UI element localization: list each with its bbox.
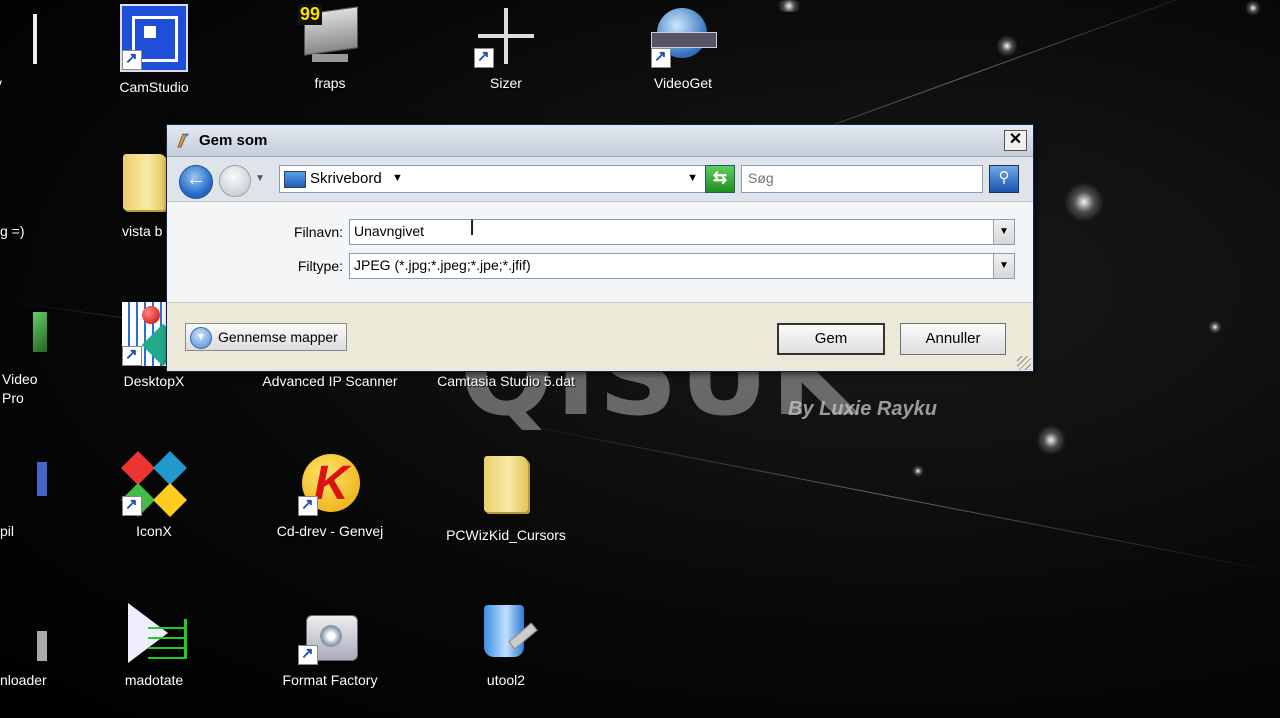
app-icon: [0, 601, 47, 665]
history-dropdown-icon[interactable]: ▼: [255, 173, 265, 184]
desktop-icon-label: pil: [0, 523, 15, 539]
desktop-icon-iconx[interactable]: IconX: [79, 451, 229, 541]
dialog-title: Gem som: [199, 132, 268, 149]
desktop-icon-nloader[interactable]: nloader: [0, 601, 90, 690]
desktop-icon-pcwizkid[interactable]: PCWizKid_Cursors: [431, 452, 581, 545]
shortcut-arrow-icon: [651, 47, 671, 68]
bin-wrench-icon: [474, 601, 538, 665]
desktop-icon-label: PCWizKid_Cursors: [446, 527, 566, 543]
app-icon: [0, 302, 47, 366]
wallpaper-caption: By Luxie Rayku: [788, 398, 937, 420]
shortcut-arrow-icon: [122, 495, 142, 516]
save-as-dialog: Gem som ✕ ▼ Skrivebord ▼ ▼ ⇆ ⚲ Filnavn: …: [166, 124, 1034, 372]
nero-k-icon: K: [298, 452, 362, 516]
desktop-icon-label: Format Factory: [282, 672, 378, 688]
search-box: [741, 165, 984, 193]
dialog-footer: ▼ Gennemse mapper Gem Annuller: [167, 303, 1033, 372]
folder-icon: [474, 456, 538, 520]
address-location[interactable]: Skrivebord: [310, 170, 382, 187]
forward-arrow-icon[interactable]: [219, 165, 251, 197]
desktop-icon-pil[interactable]: pil: [0, 452, 90, 541]
desktop-icon-cd-drev[interactable]: K Cd-drev - Genvej: [255, 452, 405, 541]
text-cursor-icon: I: [469, 215, 476, 240]
save-form: Filnavn: ▼ I Filtype: ▼: [167, 202, 1033, 303]
camstudio-icon: [120, 4, 188, 72]
cancel-button[interactable]: Annuller: [900, 323, 1006, 355]
shortcut-arrow-icon: [474, 47, 494, 68]
resize-grip-icon[interactable]: [1017, 356, 1031, 370]
desktop-icon-utool2[interactable]: utool2: [431, 601, 581, 690]
app-icon: [0, 452, 47, 516]
desktop-icon-label: Advanced IP Scanner: [262, 373, 398, 389]
address-dropdown-icon[interactable]: ▼: [687, 172, 698, 184]
search-input[interactable]: [742, 166, 984, 190]
shortcut-arrow-icon: [122, 345, 142, 366]
desktop-icon-label: utool2: [486, 672, 526, 688]
filename-input[interactable]: [350, 220, 988, 242]
filename-label: Filnavn:: [293, 224, 343, 240]
desktop-icon-madotate[interactable]: madotate: [79, 601, 229, 690]
fraps-icon: 99: [298, 4, 362, 68]
desktop-icon-label: fraps: [314, 75, 346, 91]
desktop-icon-label: g =): [0, 223, 25, 239]
chevron-down-icon[interactable]: ▼: [993, 254, 1014, 278]
browse-folders-button[interactable]: ▼ Gennemse mapper: [185, 323, 347, 351]
desktop-icon-label: Cd-drev - Genvej: [276, 523, 384, 539]
iconx-icon: [121, 451, 187, 517]
desktop-icon-label: Pro: [2, 390, 24, 406]
shortcut-arrow-icon: [298, 644, 318, 665]
close-button[interactable]: ✕: [1004, 130, 1027, 151]
desktop-icon-camstudio[interactable]: CamStudio: [79, 4, 229, 97]
desktop-icon-label: DesktopX: [123, 373, 185, 389]
globe-film-icon: [651, 4, 717, 68]
desktop-icon-format-factory[interactable]: Format Factory: [255, 601, 405, 690]
desktop-icon-label: Video: [2, 371, 38, 387]
breadcrumb-dropdown-icon[interactable]: ▼: [392, 172, 403, 184]
desktop-icon-label: madotate: [124, 672, 184, 688]
desktop-icon-label: CamStudio: [119, 79, 189, 95]
filename-combobox[interactable]: ▼: [349, 219, 1015, 245]
desktop-icon-tory[interactable]: tory: [0, 4, 90, 93]
dialog-titlebar[interactable]: Gem som ✕: [167, 125, 1033, 157]
desktop-icon-videoget[interactable]: VideoGet: [608, 4, 758, 93]
move-arrows-icon: [474, 4, 538, 68]
chevron-down-icon: ▼: [190, 327, 212, 349]
format-factory-icon: [298, 601, 362, 665]
desktop-icon-fraps[interactable]: 99 fraps: [255, 4, 405, 93]
filetype-label: Filtype:: [297, 258, 343, 274]
desktop-icon-label: Sizer: [490, 75, 522, 91]
desktop-icon-label: tory: [0, 74, 90, 93]
refresh-icon[interactable]: ⇆: [705, 165, 735, 193]
madotate-icon: [122, 601, 187, 665]
desktop-icon-g[interactable]: g =): [0, 200, 90, 241]
desktop-icon: [284, 171, 306, 188]
paint-app-icon: [175, 132, 191, 148]
save-button[interactable]: Gem: [777, 323, 885, 355]
filetype-select[interactable]: ▼: [349, 253, 1015, 279]
address-bar[interactable]: Skrivebord ▼ ▼: [279, 165, 707, 193]
back-arrow-icon[interactable]: [179, 165, 213, 199]
chevron-down-icon[interactable]: ▼: [993, 220, 1014, 244]
browse-folders-label: Gennemse mapper: [218, 329, 338, 345]
shortcut-arrow-icon: [122, 49, 142, 70]
shortcut-arrow-icon: [298, 495, 318, 516]
desktop-icon-label: IconX: [136, 523, 172, 539]
desktop-icon-label: VideoGet: [653, 75, 713, 91]
desktop-icon-video-pro[interactable]: Video Pro: [0, 302, 90, 408]
desktop-icon-label: Camtasia Studio 5.dat: [437, 373, 575, 389]
navigation-bar: ▼ Skrivebord ▼ ▼ ⇆ ⚲: [167, 157, 1033, 202]
magnifier-icon[interactable]: ⚲: [989, 165, 1019, 193]
desktop-icon-sizer[interactable]: Sizer: [431, 4, 581, 93]
fraps-fps-badge: 99: [298, 4, 323, 25]
filetype-value[interactable]: [350, 254, 988, 276]
app-icon: [0, 4, 47, 68]
desktop-icon-label: nloader: [0, 672, 47, 688]
